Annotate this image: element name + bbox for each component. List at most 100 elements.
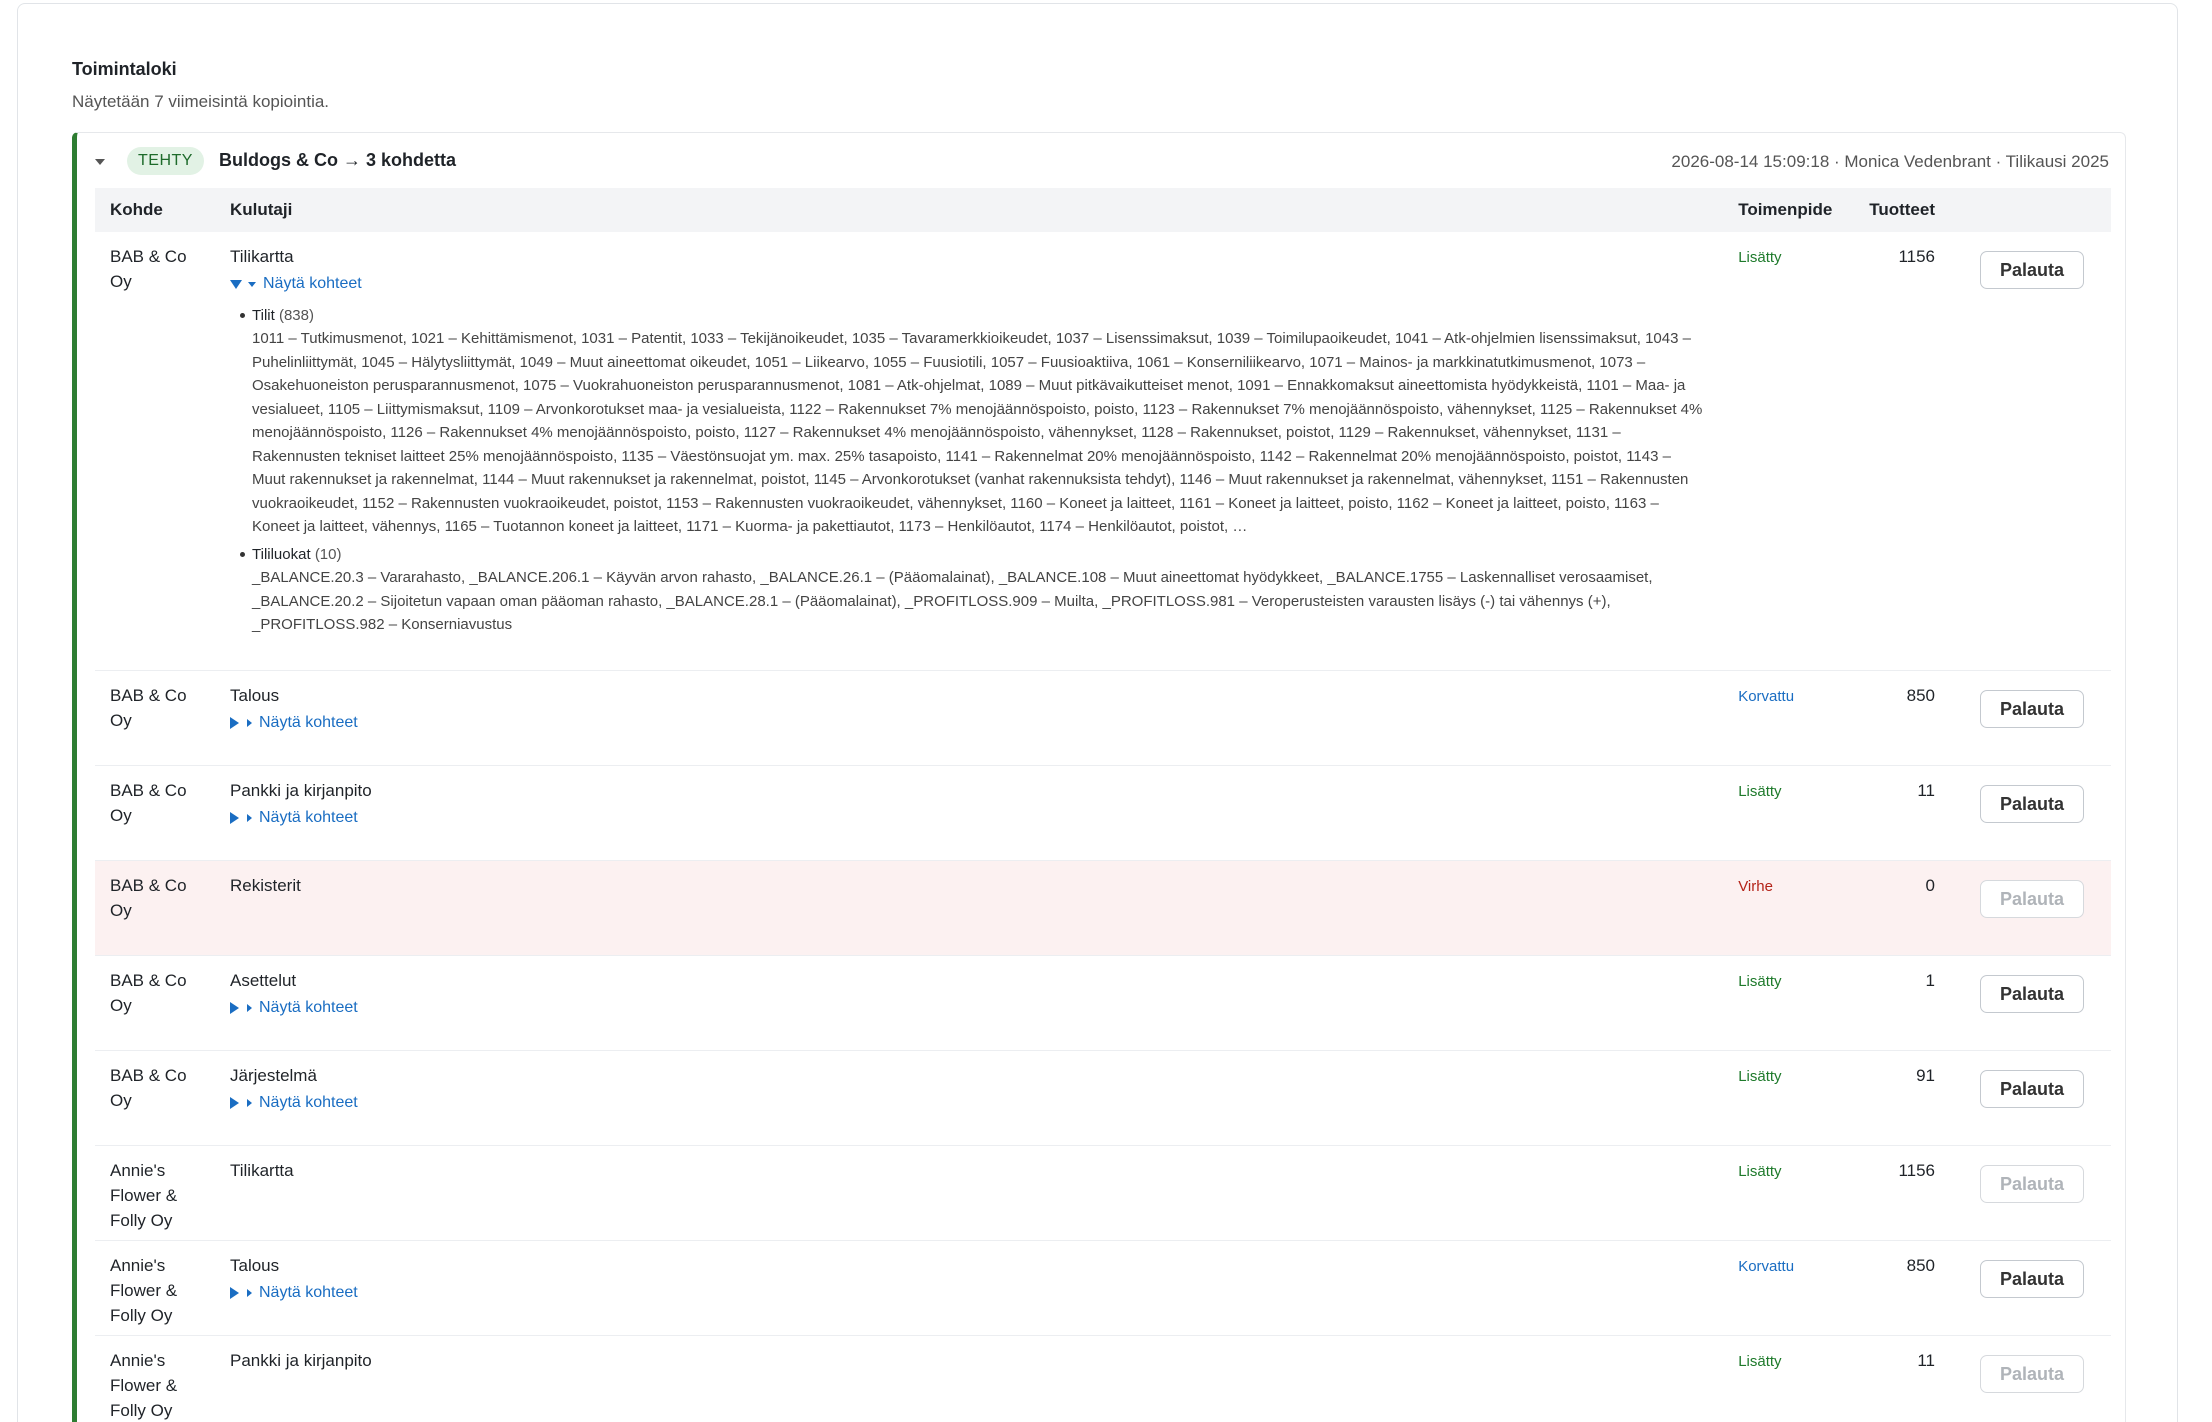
action-status: Lisätty xyxy=(1738,1162,1782,1180)
cell-kohde: BAB & Co Oy xyxy=(95,232,215,671)
cell-actions: Palauta xyxy=(1965,1240,2111,1336)
show-items-toggle[interactable]: Näytä kohteet xyxy=(230,1282,358,1304)
group-items: 1011 – Tutkimusmenot, 1021 – Kehittämism… xyxy=(252,330,1703,535)
kululaji-name: Tilikartta xyxy=(230,1160,294,1180)
show-items-toggle[interactable]: Näytä kohteet xyxy=(230,273,362,295)
restore-button: Palauta xyxy=(1980,1164,2084,1203)
cell-kululaji: Järjestelmä Näytä kohteet xyxy=(215,1050,1724,1146)
cell-actions: Palauta xyxy=(1965,765,2111,861)
chevron-right-icon xyxy=(247,813,252,822)
kululaji-name: Talous xyxy=(230,685,280,705)
cell-toimenpide: Korvattu xyxy=(1723,1240,1856,1336)
chevron-right-icon xyxy=(247,1098,252,1107)
restore-button[interactable]: Palauta xyxy=(1980,1069,2084,1108)
cell-tuotteet: 11 xyxy=(1855,1335,1965,1422)
cell-toimenpide: Lisätty xyxy=(1723,1145,1856,1241)
kululaji-name: Järjestelmä xyxy=(230,1065,317,1085)
cell-kohde: Annie's Flower & Folly Oy xyxy=(95,1240,215,1336)
cell-actions: Palauta xyxy=(1965,1335,2111,1422)
cell-kululaji: Talous Näytä kohteet xyxy=(215,670,1724,766)
cell-actions: Palauta xyxy=(1965,232,2111,671)
cell-toimenpide: Lisätty xyxy=(1723,955,1856,1051)
kululaji-name: Asettelut xyxy=(230,970,297,990)
action-status: Lisätty xyxy=(1738,1067,1782,1085)
cell-kululaji: Pankki ja kirjanpito Näytä kohteet xyxy=(215,765,1724,861)
cell-kohde: BAB & Co Oy xyxy=(95,765,215,861)
cell-actions: Palauta xyxy=(1965,1145,2111,1241)
page-subtitle: Näytetään 7 viimeisintä kopiointia. xyxy=(72,92,330,111)
disclosure-right-icon xyxy=(230,716,239,729)
kululaji-name: Rekisterit xyxy=(230,875,301,895)
show-items-label: Näytä kohteet xyxy=(259,713,358,731)
table-row: BAB & Co Oy Pankki ja kirjanpito Näytä k… xyxy=(95,765,2111,861)
show-items-toggle[interactable]: Näytä kohteet xyxy=(230,997,358,1019)
restore-button[interactable]: Palauta xyxy=(1980,251,2084,289)
cell-kohde: BAB & Co Oy xyxy=(95,860,215,956)
restore-button[interactable]: Palauta xyxy=(1980,689,2084,728)
page-title: Toimintaloki xyxy=(72,59,177,79)
entry-meta: 2026-08-14 15:09:18 · Monica Vedenbrant … xyxy=(1671,152,2109,171)
cell-kohde: BAB & Co Oy xyxy=(95,955,215,1051)
cell-toimenpide: Lisätty xyxy=(1723,765,1856,861)
cell-kululaji: Rekisterit xyxy=(215,860,1724,956)
cell-kululaji: Tilikartta Näytä kohteet Tilit (838) 101… xyxy=(215,232,1724,671)
disclosure-right-icon xyxy=(230,1001,239,1014)
entry-header[interactable]: TEHTY Buldogs & Co → 3 kohdetta 2026-08-… xyxy=(77,133,2125,187)
cell-toimenpide: Lisätty xyxy=(1723,232,1856,671)
column-header-actions xyxy=(1965,188,2111,232)
cell-toimenpide: Lisätty xyxy=(1723,1050,1856,1146)
cell-tuotteet: 850 xyxy=(1855,670,1965,766)
table-row: BAB & Co Oy Asettelut Näytä kohteet Lisä… xyxy=(95,955,2111,1051)
group-count: (838) xyxy=(278,306,314,324)
kululaji-name: Talous xyxy=(230,1255,280,1275)
expanded-items-list: Tilit (838) 1011 – Tutkimusmenot, 1021 –… xyxy=(230,304,1708,637)
action-status: Lisätty xyxy=(1738,782,1782,800)
cell-kohde: BAB & Co Oy xyxy=(95,670,215,766)
show-items-label: Näytä kohteet xyxy=(259,1093,358,1111)
results-table: Kohde Kulutaji Toimenpide Tuotteet BAB &… xyxy=(95,188,2111,1422)
cell-toimenpide: Lisätty xyxy=(1723,1335,1856,1422)
cell-kohde: Annie's Flower & Folly Oy xyxy=(95,1145,215,1241)
disclosure-down-icon xyxy=(230,279,242,289)
action-status: Lisätty xyxy=(1738,1352,1782,1370)
table-row: Annie's Flower & Folly Oy Pankki ja kirj… xyxy=(95,1335,2111,1422)
chevron-right-icon xyxy=(247,1003,252,1012)
table-row: BAB & Co Oy Tilikartta Näytä kohteet Til… xyxy=(95,232,2111,671)
show-items-toggle[interactable]: Näytä kohteet xyxy=(230,712,358,734)
show-items-toggle[interactable]: Näytä kohteet xyxy=(230,807,358,829)
column-header-kohde: Kohde xyxy=(110,200,163,219)
chevron-right-icon xyxy=(247,1288,252,1297)
show-items-toggle[interactable]: Näytä kohteet xyxy=(230,1092,358,1114)
group-count: (10) xyxy=(314,545,342,563)
copy-log-entry: TEHTY Buldogs & Co → 3 kohdetta 2026-08-… xyxy=(72,132,2126,1422)
restore-button[interactable]: Palauta xyxy=(1980,974,2084,1013)
cell-toimenpide: Virhe xyxy=(1723,860,1856,956)
kululaji-name: Tilikartta xyxy=(230,247,294,266)
table-row: Annie's Flower & Folly Oy Tilikartta Lis… xyxy=(95,1145,2111,1241)
restore-button[interactable]: Palauta xyxy=(1980,784,2084,823)
cell-kohde: BAB & Co Oy xyxy=(95,1050,215,1146)
action-status: Lisätty xyxy=(1738,972,1782,990)
kululaji-name: Pankki ja kirjanpito xyxy=(230,780,372,800)
collapse-caret-icon[interactable] xyxy=(95,159,105,165)
cell-tuotteet: 0 xyxy=(1855,860,1965,956)
action-status: Virhe xyxy=(1738,877,1773,895)
cell-tuotteet: 1 xyxy=(1855,955,1965,1051)
chevron-right-icon xyxy=(247,718,252,727)
show-items-label: Näytä kohteet xyxy=(263,275,362,292)
column-header-tuotteet: Tuotteet xyxy=(1869,200,1935,219)
cell-tuotteet: 1156 xyxy=(1855,232,1965,671)
disclosure-right-icon xyxy=(230,1286,239,1299)
cell-kululaji: Tilikartta xyxy=(215,1145,1724,1241)
cell-tuotteet: 11 xyxy=(1855,765,1965,861)
restore-button[interactable]: Palauta xyxy=(1980,1259,2084,1298)
chevron-down-icon xyxy=(248,281,256,287)
action-status: Korvattu xyxy=(1738,1257,1795,1275)
show-items-label: Näytä kohteet xyxy=(259,998,358,1016)
cell-actions: Palauta xyxy=(1965,860,2111,956)
cell-kululaji: Pankki ja kirjanpito xyxy=(215,1335,1724,1422)
disclosure-right-icon xyxy=(230,1096,239,1109)
entry-title: Buldogs & Co → 3 kohdetta xyxy=(219,150,457,170)
group-items: _BALANCE.20.3 – Vararahasto, _BALANCE.20… xyxy=(252,569,1653,633)
cell-toimenpide: Korvattu xyxy=(1723,670,1856,766)
